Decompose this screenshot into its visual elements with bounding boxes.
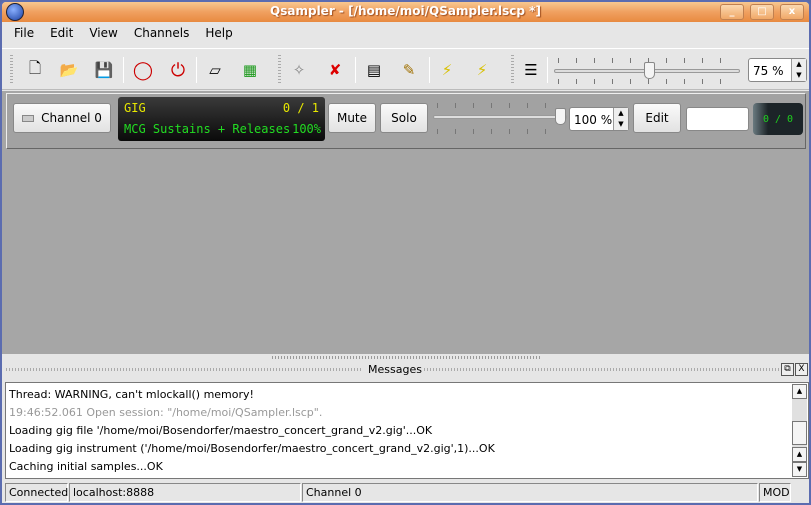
window-title: Qsampler - [/home/moi/QSampler.lscp *] [270,4,541,18]
message-line: Thread: WARNING, can't mlockall() memory… [9,388,254,401]
instrument-counter: 0 / 1 [282,101,319,115]
volume-spin-buttons[interactable]: ▲ ▼ [613,108,628,130]
instrument-name: MCG Sustains + Releases [124,122,291,136]
title-bar: Qsampler - [/home/moi/QSampler.lscp *] _… [2,2,809,22]
main-window: Qsampler - [/home/moi/QSampler.lscp *] _… [0,0,811,505]
maximize-button[interactable]: □ [750,4,774,20]
volume-slider-thumb[interactable] [555,108,566,125]
menu-edit[interactable]: Edit [42,24,81,44]
status-server: localhost:8888 [69,483,301,502]
add-channel-icon[interactable]: ✧ [286,57,312,83]
menu-help[interactable]: Help [197,24,240,44]
volume-spinbox[interactable]: 100 % ▲ ▼ [569,107,629,131]
messages-scrollbar[interactable]: ▲ ▲ ▼ [792,384,807,477]
open-folder-icon[interactable]: 📂 [56,57,82,83]
zoom-slider[interactable] [554,55,740,85]
channel-button-label: Channel 0 [41,111,102,125]
channel-icon [22,114,35,122]
close-dock-icon[interactable]: X [795,363,808,376]
menu-channels[interactable]: Channels [126,24,198,44]
close-button[interactable]: x [780,4,804,20]
menu-file[interactable]: File [6,24,42,44]
power-icon[interactable]: ⏻ [165,57,191,83]
splitter-handle[interactable] [2,354,809,362]
menu-bar: File Edit View Channels Help [6,24,241,44]
new-file-icon[interactable]: 🗋 [22,57,48,83]
scroll-up-button[interactable]: ▲ [792,447,807,462]
float-dock-icon[interactable]: ⧉ [781,363,794,376]
channel-strip: Channel 0 GIG 0 / 1 MCG Sustains + Relea… [6,93,806,149]
workspace: Channel 0 GIG 0 / 1 MCG Sustains + Relea… [2,91,809,354]
messages-log[interactable]: Thread: WARNING, can't mlockall() memory… [5,382,809,479]
separator [429,57,430,83]
edit-channel-icon[interactable]: ✎ [396,57,422,83]
messages-title: Messages [368,363,422,376]
message-line: 19:46:52.061 Open session: "/home/moi/QS… [9,406,323,419]
audio-device-icon[interactable]: ▦ [237,57,263,83]
setup-channel-icon[interactable]: ▤ [361,57,387,83]
messages-dock-title[interactable]: Messages ⧉ X [4,362,809,378]
message-line: Caching initial samples...OK [9,460,163,473]
remove-channel-icon[interactable]: ✘ [322,57,348,83]
message-line: Loading gig file '/home/moi/Bosendorfer/… [9,424,433,437]
message-line: Loading gig instrument ('/home/moi/Bosen… [9,442,495,455]
zoom-slider-thumb[interactable] [643,62,655,79]
toolbar: 🗋 📂 💾 ◯ ⏻ ▱ ▦ ✧ ✘ ▤ ✎ ⚡ ⚡ ☰ 75 % ▲ ▼ [2,48,809,90]
save-icon[interactable]: 💾 [91,57,117,83]
menu-view[interactable]: View [81,24,125,44]
toolbar-grip[interactable] [10,55,13,85]
separator [547,57,548,83]
midi-device-icon[interactable]: ▱ [202,57,228,83]
zoom-spin-buttons[interactable]: ▲ ▼ [791,59,806,81]
separator [355,57,356,83]
zoom-spinbox[interactable]: 75 % ▲ ▼ [748,58,807,82]
volume-value: 100 % [574,113,613,127]
toolbar-grip[interactable] [278,55,281,85]
zoom-value: 75 % [753,64,784,78]
scrollbar-thumb[interactable] [792,421,807,445]
scroll-up-button[interactable]: ▲ [792,384,807,399]
scroll-down-button[interactable]: ▼ [792,462,807,477]
engine-name: GIG [124,101,146,115]
instrument-fill: 100% [292,122,321,136]
volume-slider[interactable] [433,103,567,134]
channel-edit-field[interactable] [686,107,749,131]
reset-channel-icon[interactable]: ⚡ [434,57,460,83]
separator [123,57,124,83]
separator [196,57,197,83]
minimize-button[interactable]: _ [720,4,744,20]
toolbar-grip[interactable] [511,55,514,85]
mute-button[interactable]: Mute [328,103,376,133]
solo-button[interactable]: Solo [380,103,428,133]
status-modified: MOD [759,483,791,502]
status-connection: Connected [5,483,68,502]
reset-circle-icon[interactable]: ◯ [130,57,156,83]
arrange-icon[interactable]: ☰ [518,57,544,83]
reset-all-channels-icon[interactable]: ⚡ [469,57,495,83]
activity-indicator: 0 / 0 [753,103,803,135]
edit-button[interactable]: Edit [633,103,681,133]
channel-display[interactable]: GIG 0 / 1 MCG Sustains + Releases 100% [118,97,325,141]
channel-button[interactable]: Channel 0 [13,103,111,133]
status-channel: Channel 0 [302,483,758,502]
